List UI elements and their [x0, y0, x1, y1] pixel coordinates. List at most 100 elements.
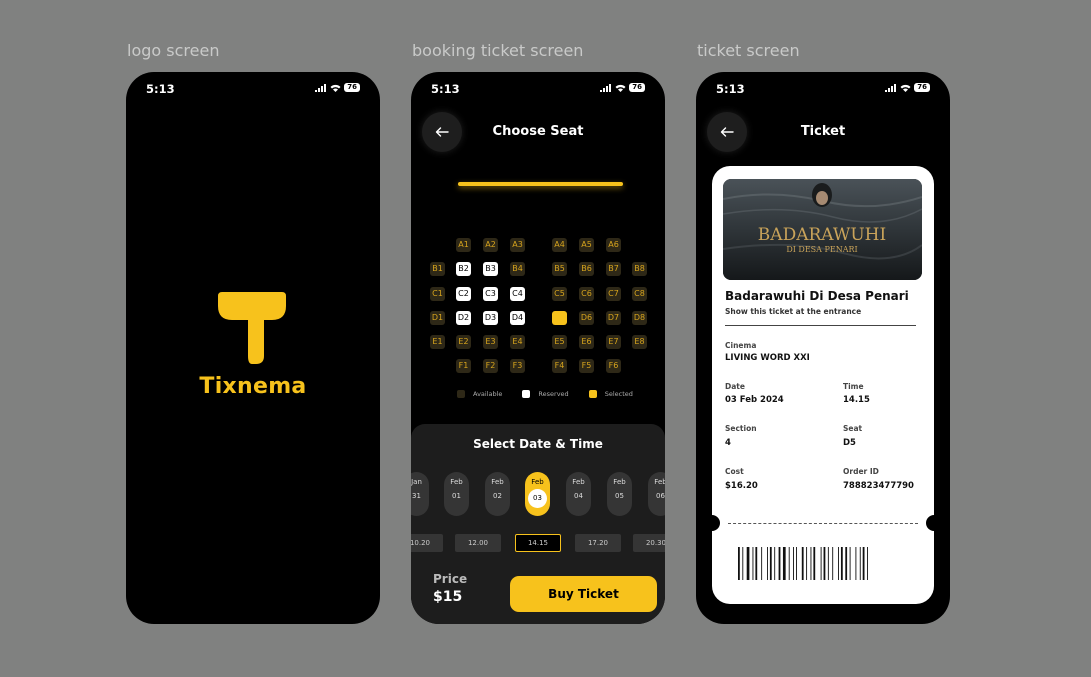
seat-C6[interactable]: C6 [579, 287, 594, 301]
seat-A1[interactable]: A1 [456, 238, 471, 252]
seat-B6[interactable]: B6 [579, 262, 594, 276]
wifi-icon [615, 84, 626, 92]
date-day: 01 [452, 492, 461, 500]
seat-B5[interactable]: B5 [552, 262, 567, 276]
seat-B2[interactable]: B2 [456, 262, 471, 276]
seat-F5[interactable]: F5 [579, 359, 594, 373]
app-name: Tixnema [199, 374, 307, 399]
date-option[interactable]: Feb 06 [648, 472, 665, 516]
seat-D3[interactable]: D3 [483, 311, 498, 325]
seat-C1[interactable]: C1 [430, 287, 445, 301]
seat-B7[interactable]: B7 [606, 262, 621, 276]
time-option[interactable]: 14.15 [515, 534, 561, 552]
status-time: 5:13 [146, 82, 175, 96]
seat-A2[interactable]: A2 [483, 238, 498, 252]
status-time: 5:13 [431, 82, 460, 96]
battery-icon: 76 [344, 83, 360, 92]
seat-D6[interactable]: D6 [579, 311, 594, 325]
seat-E4[interactable]: E4 [510, 335, 525, 349]
ticket-card: BADARAWUHI DI DESA PENARI Badarawuhi Di … [704, 166, 942, 604]
seat-F2[interactable]: F2 [483, 359, 498, 373]
seat-A6[interactable]: A6 [606, 238, 621, 252]
date-option[interactable]: Feb 03 [525, 472, 550, 516]
seat-A4[interactable]: A4 [552, 238, 567, 252]
seat-D4[interactable]: D4 [510, 311, 525, 325]
cost-value: $16.20 [725, 481, 758, 491]
date-month: Feb [572, 478, 585, 486]
seat-E6[interactable]: E6 [579, 335, 594, 349]
status-bar: 5:13 76 [146, 82, 360, 96]
seat-F3[interactable]: F3 [510, 359, 525, 373]
ticket-instructions: Show this ticket at the entrance [725, 307, 862, 316]
seat-B3[interactable]: B3 [483, 262, 498, 276]
seat-C7[interactable]: C7 [606, 287, 621, 301]
price-value: $15 [433, 589, 463, 605]
date-time-panel: Select Date & Time Jan 31 Feb 01 Feb 02 Feb 03 F… [411, 424, 665, 624]
logo-icon [218, 292, 286, 364]
buy-ticket-button[interactable]: Buy Ticket [510, 576, 657, 612]
signal-icon [885, 83, 897, 92]
date-day: 03 [528, 489, 547, 508]
reserved-swatch [522, 390, 531, 398]
seat-C5[interactable]: C5 [552, 287, 567, 301]
seat-D2[interactable]: D2 [456, 311, 471, 325]
date-day: 06 [656, 492, 665, 500]
ticket-phone: 5:13 76 Ticket BADARAWUHI DI DESA PENARI… [696, 72, 950, 624]
date-month: Feb [491, 478, 504, 486]
seat-E5[interactable]: E5 [552, 335, 567, 349]
seat-C3[interactable]: C3 [483, 287, 498, 301]
seat-F4[interactable]: F4 [552, 359, 567, 373]
seat-E2[interactable]: E2 [456, 335, 471, 349]
date-month: Feb [613, 478, 626, 486]
time-label: Time [843, 382, 864, 391]
seat-C2[interactable]: C2 [456, 287, 471, 301]
time-option[interactable]: 20.30 [633, 534, 665, 552]
seat-D5[interactable]: D5 [552, 311, 567, 325]
seat-E7[interactable]: E7 [606, 335, 621, 349]
seat-F1[interactable]: F1 [456, 359, 471, 373]
seat-A5[interactable]: A5 [579, 238, 594, 252]
date-option[interactable]: Jan 31 [411, 472, 429, 516]
cinema-label: Cinema [725, 341, 757, 350]
logo-screen-label: logo screen [127, 41, 220, 60]
seat-E3[interactable]: E3 [483, 335, 498, 349]
ticket-notch-left [704, 515, 720, 531]
time-option[interactable]: 12.00 [455, 534, 501, 552]
date-option[interactable]: Feb 04 [566, 472, 591, 516]
barcode [738, 547, 868, 580]
seat-D7[interactable]: D7 [606, 311, 621, 325]
seat-A3[interactable]: A3 [510, 238, 525, 252]
wifi-icon [330, 84, 341, 92]
date-option[interactable]: Feb 05 [607, 472, 632, 516]
date-option[interactable]: Feb 01 [444, 472, 469, 516]
time-value: 14.15 [843, 395, 870, 405]
seat-label: Seat [843, 424, 863, 433]
battery-icon: 76 [629, 83, 645, 92]
date-month: Feb [531, 478, 544, 486]
wifi-icon [900, 84, 911, 92]
page-title: Choose Seat [492, 124, 584, 139]
legend-available: Available [473, 390, 503, 398]
seat-C4[interactable]: C4 [510, 287, 525, 301]
poster-subtitle: DI DESA PENARI [786, 245, 857, 254]
seat-E1[interactable]: E1 [430, 335, 445, 349]
legend-reserved: Reserved [538, 390, 569, 398]
seat-C8[interactable]: C8 [632, 287, 647, 301]
poster-title: BADARAWUHI [758, 225, 886, 245]
seat-B1[interactable]: B1 [430, 262, 445, 276]
date-value: 03 Feb 2024 [725, 395, 784, 405]
seat-D1[interactable]: D1 [430, 311, 445, 325]
seat-E8[interactable]: E8 [632, 335, 647, 349]
seat-B8[interactable]: B8 [632, 262, 647, 276]
price-label: Price [433, 572, 468, 586]
seat-legend: Available Reserved Selected [457, 390, 633, 398]
seat-F6[interactable]: F6 [606, 359, 621, 373]
date-month: Feb [450, 478, 463, 486]
seat-B4[interactable]: B4 [510, 262, 525, 276]
time-option[interactable]: 10.20 [411, 534, 443, 552]
seat-D8[interactable]: D8 [632, 311, 647, 325]
ticket-screen-label: ticket screen [697, 41, 800, 60]
time-option[interactable]: 17.20 [575, 534, 621, 552]
date-label: Date [725, 382, 745, 391]
date-option[interactable]: Feb 02 [485, 472, 510, 516]
